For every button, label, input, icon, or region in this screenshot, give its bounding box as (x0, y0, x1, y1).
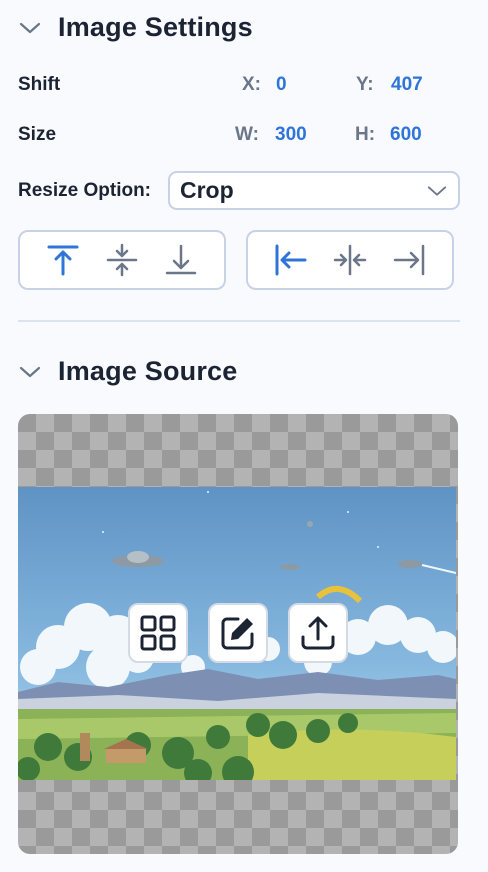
chevron-down-icon (19, 366, 41, 377)
size-h-key: H: (355, 124, 376, 145)
shift-x-value[interactable]: 0 (276, 74, 287, 96)
shift-x-key: X: (242, 74, 261, 95)
resize-option-select[interactable]: Crop (168, 171, 460, 210)
image-source-title: Image Source (58, 356, 238, 386)
resize-option-value: Crop (180, 177, 234, 203)
align-top-icon[interactable] (45, 242, 81, 278)
size-w-key: W: (235, 124, 259, 145)
shift-y-key: Y: (356, 74, 374, 95)
shift-y-value[interactable]: 407 (391, 74, 423, 96)
chevron-down-icon (427, 185, 447, 196)
gallery-button[interactable] (128, 603, 188, 663)
chevron-down-icon (19, 22, 41, 33)
resize-option-label: Resize Option: (18, 180, 152, 201)
align-center-icon[interactable] (332, 242, 368, 278)
edit-image-button[interactable] (208, 603, 268, 663)
upload-button[interactable] (288, 603, 348, 663)
horizontal-align-group (246, 230, 454, 290)
align-left-icon[interactable] (273, 242, 309, 278)
size-w-value[interactable]: 300 (275, 124, 307, 146)
size-label: Size (18, 124, 57, 145)
image-settings-header[interactable]: Image Settings (18, 12, 253, 43)
grid-icon (140, 615, 176, 651)
upload-icon (301, 616, 335, 650)
align-right-icon[interactable] (391, 242, 427, 278)
size-h-value[interactable]: 600 (390, 124, 422, 146)
shift-label: Shift (18, 74, 61, 95)
image-settings-title: Image Settings (58, 12, 253, 42)
image-source-header[interactable]: Image Source (18, 356, 237, 387)
section-divider (18, 320, 460, 322)
align-bottom-icon[interactable] (163, 242, 199, 278)
align-middle-icon[interactable] (104, 242, 140, 278)
edit-icon (221, 617, 254, 650)
vertical-align-group (18, 230, 226, 290)
